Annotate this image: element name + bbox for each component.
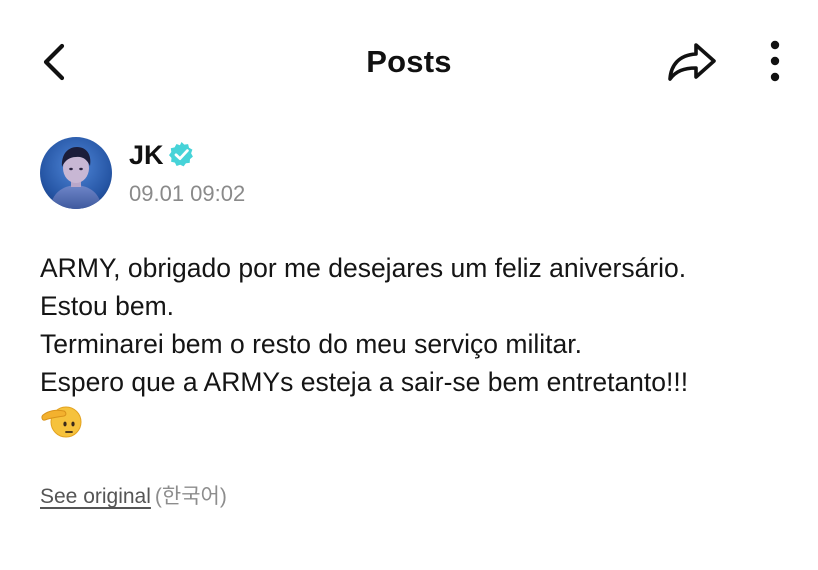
author-name[interactable]: JK	[129, 138, 164, 172]
original-language-label: (한국어)	[154, 485, 227, 508]
post-timestamp: 09.01 09:02	[129, 181, 246, 206]
more-vertical-icon	[770, 40, 780, 82]
avatar[interactable]	[40, 137, 112, 209]
post-text-line: Terminarei bem o resto do meu serviço mi…	[40, 329, 582, 359]
post-content: ARMY, obrigado por me desejares um feliz…	[40, 249, 800, 439]
post-text-line: ARMY, obrigado por me desejares um feliz…	[40, 253, 687, 283]
post-text-line: Espero que a ARMYs esteja a sair-se bem …	[40, 367, 689, 397]
see-original-link[interactable]: See original	[40, 485, 151, 508]
saluting-face-emoji	[41, 406, 82, 438]
share-forward-icon	[668, 43, 716, 81]
post-text-line: Estou bem.	[40, 291, 175, 321]
profile-photo	[40, 137, 112, 209]
translation-note: See original (한국어)	[40, 482, 227, 512]
post-author: JK 09.01 09:02	[40, 137, 780, 211]
verified-badge-icon	[169, 142, 193, 167]
more-options-button[interactable]	[760, 38, 790, 86]
top-bar: Posts	[0, 0, 818, 124]
share-button[interactable]	[666, 40, 718, 84]
